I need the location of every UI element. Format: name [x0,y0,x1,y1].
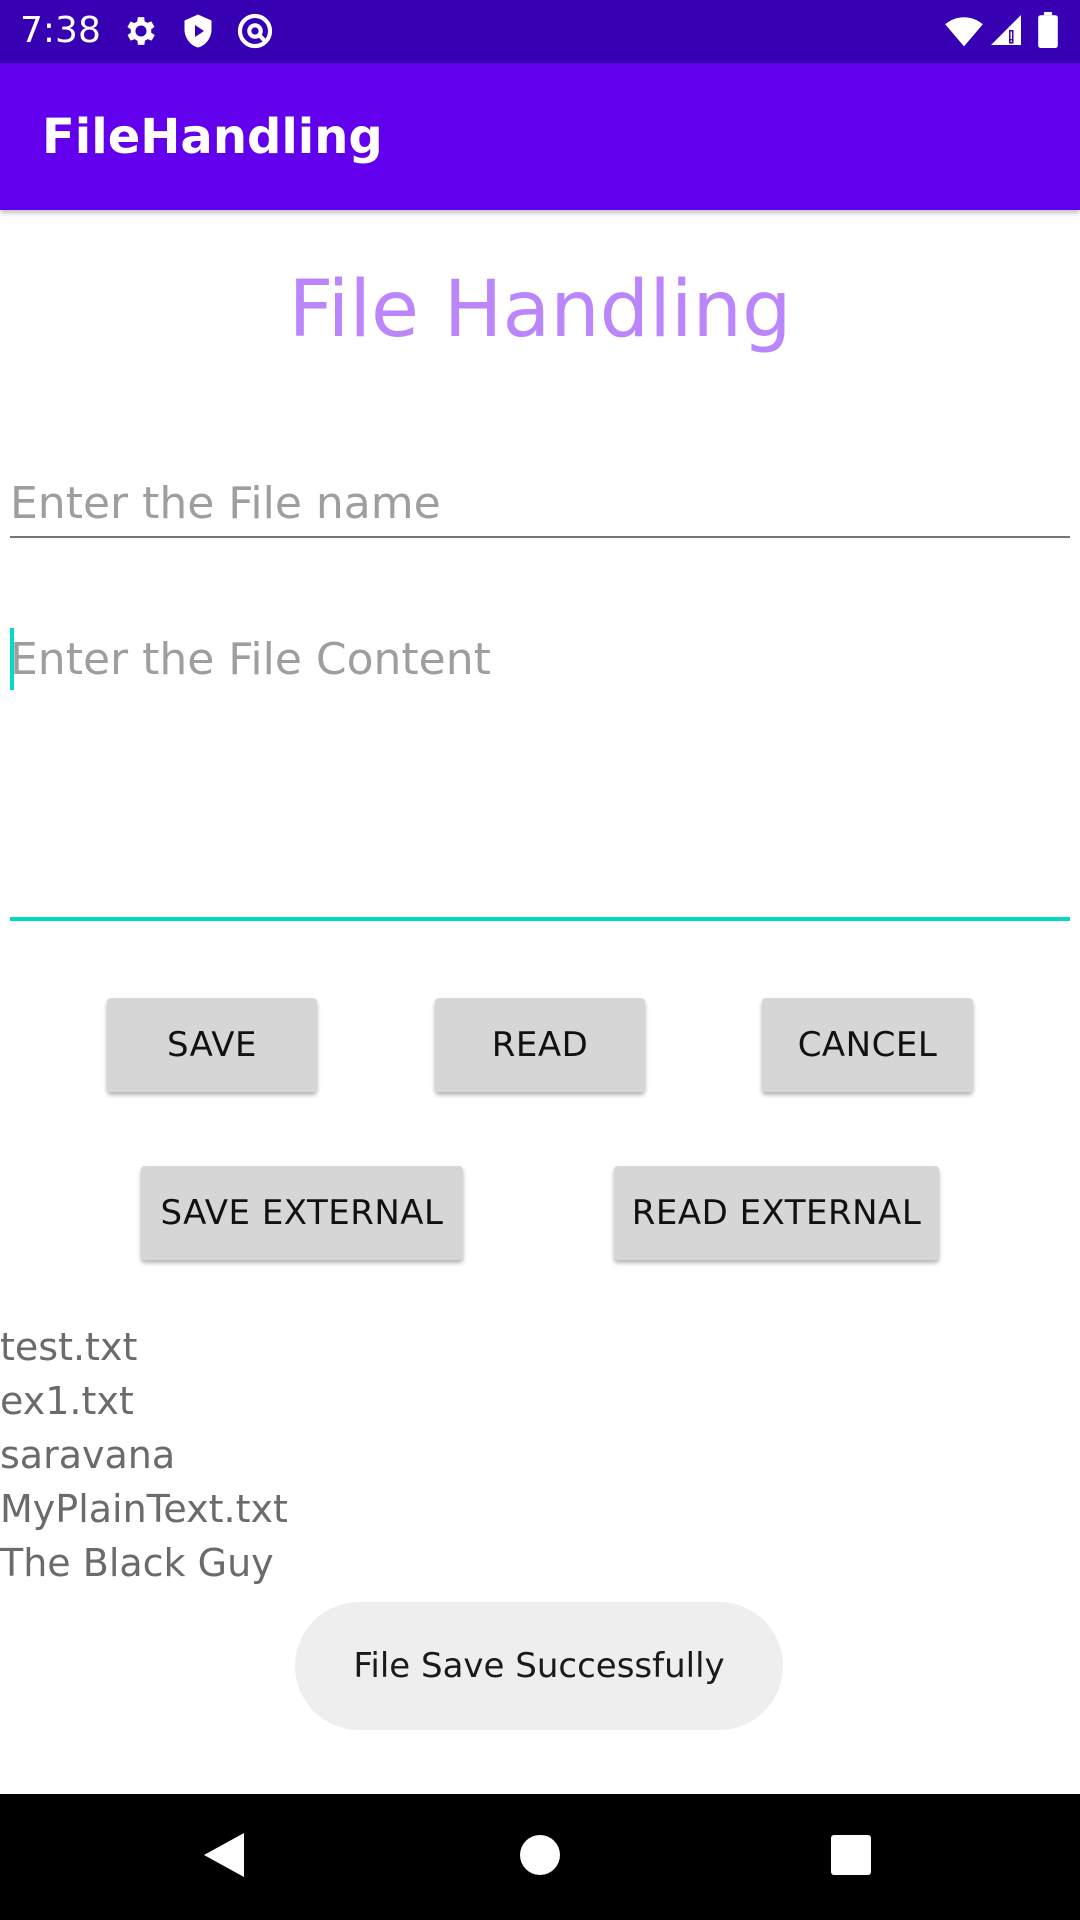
save-button[interactable]: SAVE [107,998,317,1092]
status-bar: 7:38 [0,0,1080,63]
cellular-signal-icon [988,12,1024,52]
list-item: The Black Guy [0,1541,274,1585]
back-icon[interactable] [200,1830,246,1884]
list-item: MyPlainText.txt [0,1487,288,1531]
file-list: test.txt ex1.txt saravana MyPlainText.tx… [0,1320,1080,1590]
file-name-input[interactable] [10,470,1070,538]
list-item: saravana [0,1433,176,1477]
shield-play-icon [180,12,216,54]
home-icon[interactable] [519,1834,561,1880]
read-button[interactable]: READ [435,998,645,1092]
app-bar: FileHandling [0,63,1080,210]
text-cursor [10,628,14,690]
page-heading: File Handling [288,265,792,355]
read-external-button[interactable]: READ EXTERNAL [614,1166,939,1260]
cancel-button[interactable]: CANCEL [762,998,973,1092]
navigation-bar [0,1794,1080,1920]
gear-icon [122,12,160,54]
app-title: FileHandling [42,109,383,165]
screen: 7:38 FileHandling File Handling Enter th… [0,0,1080,1920]
save-external-button[interactable]: SAVE EXTERNAL [141,1166,463,1260]
battery-icon [1038,12,1058,52]
status-time: 7:38 [20,10,101,51]
list-item: test.txt [0,1325,138,1369]
at-sign-icon [236,12,274,54]
wifi-icon [944,12,984,52]
recents-icon[interactable] [830,1834,872,1880]
toast-message: File Save Successfully [295,1602,783,1730]
list-item: ex1.txt [0,1379,134,1423]
file-content-input[interactable] [10,625,1070,921]
